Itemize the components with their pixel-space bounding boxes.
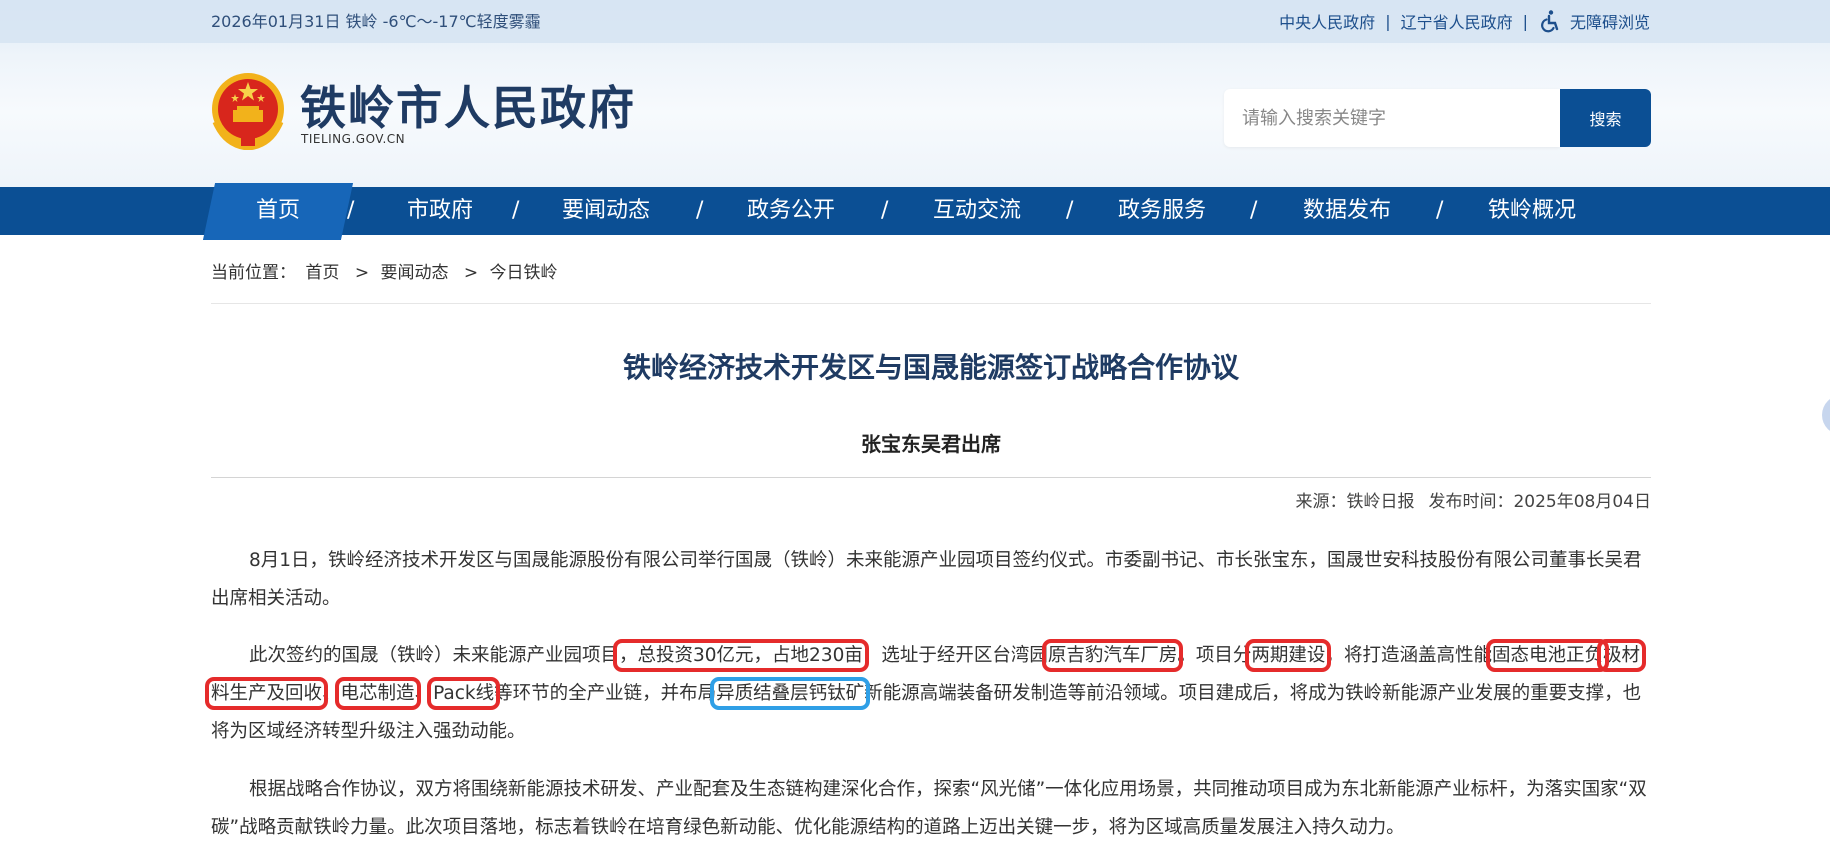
breadcrumb-separator: > <box>354 263 370 283</box>
article-paragraph-2: 此次签约的国晟（铁岭）未来能源产业园项目，总投资30亿元，占地230亩，选址于经… <box>205 637 1651 751</box>
nav-separator: / <box>1436 198 1444 223</box>
text: 等环节的全产业链，并布局 <box>494 683 717 704</box>
article-title: 铁岭经济技术开发区与国晟能源签订战略合作协议 <box>622 351 1239 384</box>
highlight-site: 原吉豹汽车厂房 <box>1041 639 1184 672</box>
article-source: 来源：铁岭日报 <box>1295 492 1415 512</box>
search-box <box>1224 89 1560 147</box>
text: 、 <box>414 683 434 704</box>
nav-item-city-government[interactable]: 市政府 <box>385 187 495 235</box>
link-separator: | <box>1522 11 1528 31</box>
article-meta: 来源：铁岭日报 发布时间：2025年08月04日 <box>1295 487 1651 512</box>
link-separator: | <box>1385 11 1391 31</box>
nav-item-interaction[interactable]: 互动交流 <box>921 187 1033 235</box>
article-paragraph-3: 根据战略合作协议，双方将围绕新能源技术研发、产业配套及生态链构建深化合作，探索“… <box>211 779 1647 838</box>
nav-separator: / <box>1066 198 1074 223</box>
link-liaoning-government[interactable]: 辽宁省人民政府 <box>1401 9 1513 33</box>
nav-item-services[interactable]: 政务服务 <box>1106 187 1218 235</box>
top-links: 中央人民政府 | 辽宁省人民政府 | 无障碍浏览 <box>1279 9 1650 33</box>
nav-item-news[interactable]: 要闻动态 <box>550 187 662 235</box>
text: 此次签约的国晟（铁岭）未来能源产业园项目 <box>249 645 620 666</box>
highlight-phases: 两期建设 <box>1245 639 1332 672</box>
breadcrumb-label: 当前位置： <box>211 263 296 283</box>
highlight-perovskite: 异质结叠层钙钛矿 <box>710 677 871 710</box>
highlight-cell-manufacturing: 电芯制造 <box>334 677 421 710</box>
site-title[interactable]: 铁岭市人民政府 <box>300 72 636 138</box>
article-publish-time: 发布时间：2025年08月04日 <box>1428 492 1651 512</box>
text: ，选址于经开区台湾园 <box>862 645 1048 666</box>
accessibility-icon[interactable] <box>1538 9 1562 33</box>
highlight-solid-state-battery: 固态电池正负 <box>1485 639 1609 672</box>
nav-separator: / <box>512 198 520 223</box>
highlight-investment: ，总投资30亿元，占地230亩 <box>613 639 869 672</box>
nav-separator: / <box>1250 198 1258 223</box>
text: ，将打造涵盖高性能 <box>1325 645 1492 666</box>
site-domain: TIELING.GOV.CN <box>301 132 406 146</box>
breadcrumb: 当前位置： 首页 > 要闻动态 > 今日铁岭 <box>211 258 562 283</box>
highlight-pack-line: Pack线 <box>427 677 501 710</box>
nav-separator: / <box>696 198 704 223</box>
nav-item-government-affairs[interactable]: 政务公开 <box>735 187 847 235</box>
search-button[interactable]: 搜索 <box>1560 89 1651 147</box>
nav-item-data-release[interactable]: 数据发布 <box>1291 187 1403 235</box>
divider <box>211 303 1651 304</box>
link-central-government[interactable]: 中央人民政府 <box>1279 9 1375 33</box>
top-bar: 2026年01月31日 铁岭 -6℃～-17℃轻度雾霾 中央人民政府 | 辽宁省… <box>0 0 1830 43</box>
accessibility-link[interactable]: 无障碍浏览 <box>1570 9 1650 33</box>
date-weather: 2026年01月31日 铁岭 -6℃～-17℃轻度雾霾 <box>211 12 541 31</box>
text: 。项目分 <box>1177 645 1252 666</box>
national-emblem-icon <box>211 72 285 151</box>
nav-separator: / <box>881 198 889 223</box>
text: 、 <box>322 683 341 704</box>
nav-separator: / <box>347 198 355 223</box>
breadcrumb-today-tieling[interactable]: 今日铁岭 <box>490 263 558 283</box>
article-paragraph-1: 8月1日，铁岭经济技术开发区与国晟能源股份有限公司举行国晟（铁岭）未来能源产业园… <box>211 550 1642 609</box>
search-input[interactable] <box>1224 89 1560 147</box>
divider <box>211 477 1651 478</box>
breadcrumb-news[interactable]: 要闻动态 <box>380 263 448 283</box>
nav-item-tieling-overview[interactable]: 铁岭概况 <box>1476 187 1588 235</box>
nav-item-home[interactable]: 首页 <box>228 187 328 235</box>
breadcrumb-home[interactable]: 首页 <box>305 263 339 283</box>
breadcrumb-separator: > <box>463 263 479 283</box>
article-subtitle: 张宝东吴君出席 <box>861 432 1001 456</box>
